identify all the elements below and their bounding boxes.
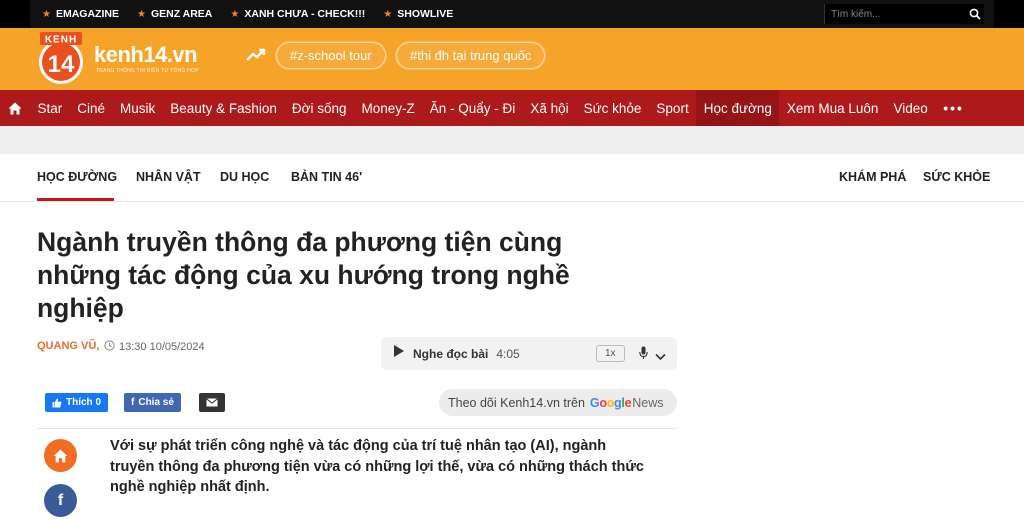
thumbs-up-icon	[52, 398, 62, 408]
facebook-icon: f	[57, 491, 64, 509]
google-news-follow-button[interactable]: Theo dõi Kenh14.vn trên Google News	[439, 389, 677, 416]
home-icon	[53, 449, 68, 463]
chevron-down-icon[interactable]	[655, 348, 666, 366]
nav-item-musik[interactable]: Musik	[113, 90, 163, 126]
top-bar-inner: ★ EMAGAZINE ★ GENZ AREA ★ XANH CHƯA - CHECK…	[30, 0, 994, 28]
star-icon: ★	[42, 8, 51, 20]
toplink-label: GENZ AREA	[150, 8, 213, 20]
toplink-label: XANH CHƯA - CHECK!!!	[244, 8, 366, 20]
audio-label: Nghe đọc bài	[413, 346, 489, 361]
nav-item-money-z[interactable]: Money-Z	[354, 90, 422, 126]
mail-icon	[206, 398, 218, 407]
star-icon: ★	[230, 8, 240, 20]
microphone-icon[interactable]	[639, 346, 648, 365]
audio-player: Nghe đọc bài 4:05 1x	[381, 337, 677, 370]
nav-item-doi-song[interactable]: Đời sống	[284, 90, 354, 126]
more-menu-button[interactable]: •••	[935, 100, 972, 116]
subnav-hoc-duong[interactable]: HỌC ĐƯỜNG	[37, 170, 117, 184]
content-divider	[37, 428, 677, 429]
trending-icon	[246, 48, 266, 67]
toplink-label: SHOWLIVE	[397, 8, 454, 20]
nav-item-beauty-fashion[interactable]: Beauty & Fashion	[163, 90, 285, 126]
playback-speed-button[interactable]: 1x	[596, 345, 625, 362]
home-icon[interactable]	[0, 90, 30, 126]
toplink-genz-area[interactable]: ★ GENZ AREA	[137, 8, 212, 20]
site-tagline: TRANG THÔNG TIN ĐIỆN TỬ TỔNG HỢP	[96, 68, 199, 74]
logo-badge-num: 14	[48, 51, 75, 78]
article-time-text: 13:30 10/05/2024	[119, 341, 205, 353]
article-title: Ngành truyền thông đa phương tiện cùng n…	[37, 227, 570, 323]
category-subnav: HỌC ĐƯỜNG NHÂN VẬT DU HỌC BẢN TIN 46' KH…	[0, 154, 1024, 202]
facebook-share-button[interactable]: f Chia sẻ	[124, 393, 181, 412]
nav-item-xa-hoi[interactable]: Xã hội	[523, 90, 576, 126]
site-logo[interactable]: KENH 14	[36, 30, 86, 86]
subnav-suc-khoe[interactable]: SỨC KHỎE	[923, 170, 990, 184]
site-name[interactable]: kenh14.vn	[94, 42, 198, 68]
active-tab-indicator	[37, 198, 114, 201]
email-share-button[interactable]	[199, 393, 225, 412]
side-facebook-button[interactable]: f	[44, 484, 77, 517]
toplink-xanh-chua[interactable]: ★ XANH CHƯA - CHECK!!!	[230, 8, 365, 20]
audio-duration: 4:05	[496, 346, 520, 361]
subnav-kham-pha[interactable]: KHÁM PHÁ	[839, 170, 906, 184]
nav-item-video[interactable]: Video	[886, 90, 935, 126]
google-news-suffix: News	[632, 395, 664, 410]
search-icon[interactable]	[966, 5, 984, 23]
search-input[interactable]: Tìm kiếm...	[825, 9, 966, 20]
article-timestamp: 13:30 10/05/2024	[104, 340, 205, 354]
clock-icon	[104, 340, 115, 354]
nav-item-sport[interactable]: Sport	[649, 90, 696, 126]
article-sapo: Với sự phát triển công nghệ và tác động …	[110, 438, 644, 495]
tag-z-school-tour[interactable]: #z-school tour	[275, 41, 387, 70]
nav-item-hoc-duong[interactable]: Học đường	[696, 90, 780, 126]
toplink-showlive[interactable]: ★ SHOWLIVE	[383, 8, 453, 20]
nav-item-star[interactable]: Star	[30, 90, 70, 126]
star-icon: ★	[136, 8, 146, 20]
nav-item-cine[interactable]: Ciné	[70, 90, 113, 126]
nav-item-xem-mua-luon[interactable]: Xem Mua Luôn	[779, 90, 886, 126]
toplink-label: EMAGAZINE	[55, 8, 119, 20]
like-label: Thích 0	[66, 397, 102, 408]
logo-badge-top: KENH	[45, 35, 77, 46]
play-icon[interactable]	[393, 344, 405, 363]
star-icon: ★	[383, 8, 393, 20]
brand-header: KENH 14 kenh14.vn TRANG THÔNG TIN ĐIỆN T…	[0, 28, 1024, 90]
header-spacer	[0, 126, 1024, 154]
google-logo: Google	[589, 395, 632, 410]
side-home-button[interactable]	[44, 439, 77, 472]
facebook-icon: f	[131, 397, 135, 408]
article-author[interactable]: QUANG VŨ,	[37, 340, 99, 352]
top-bar: ★ EMAGAZINE ★ GENZ AREA ★ XANH CHƯA - CHECK…	[0, 0, 1024, 28]
main-nav: Star Ciné Musik Beauty & Fashion Đời sốn…	[0, 90, 1024, 126]
search-box[interactable]: Tìm kiếm...	[824, 4, 984, 24]
subnav-du-hoc[interactable]: DU HỌC	[220, 170, 269, 184]
nav-item-an-quay-di[interactable]: Ăn - Quẩy - Đi	[422, 90, 523, 126]
subnav-nhan-vat[interactable]: NHÂN VẬT	[136, 170, 201, 184]
nav-item-suc-khoe[interactable]: Sức khỏe	[576, 90, 649, 126]
subnav-ban-tin-46[interactable]: BẢN TIN 46'	[291, 170, 362, 184]
share-label: Chia sẻ	[138, 397, 174, 408]
google-news-prefix: Theo dõi Kenh14.vn trên	[448, 395, 585, 410]
tag-thi-dh-trung-quoc[interactable]: #thi đh tại trung quốc	[395, 41, 547, 70]
toplink-emagazine[interactable]: ★ EMAGAZINE	[42, 8, 119, 20]
facebook-like-button[interactable]: Thích 0	[45, 393, 109, 412]
